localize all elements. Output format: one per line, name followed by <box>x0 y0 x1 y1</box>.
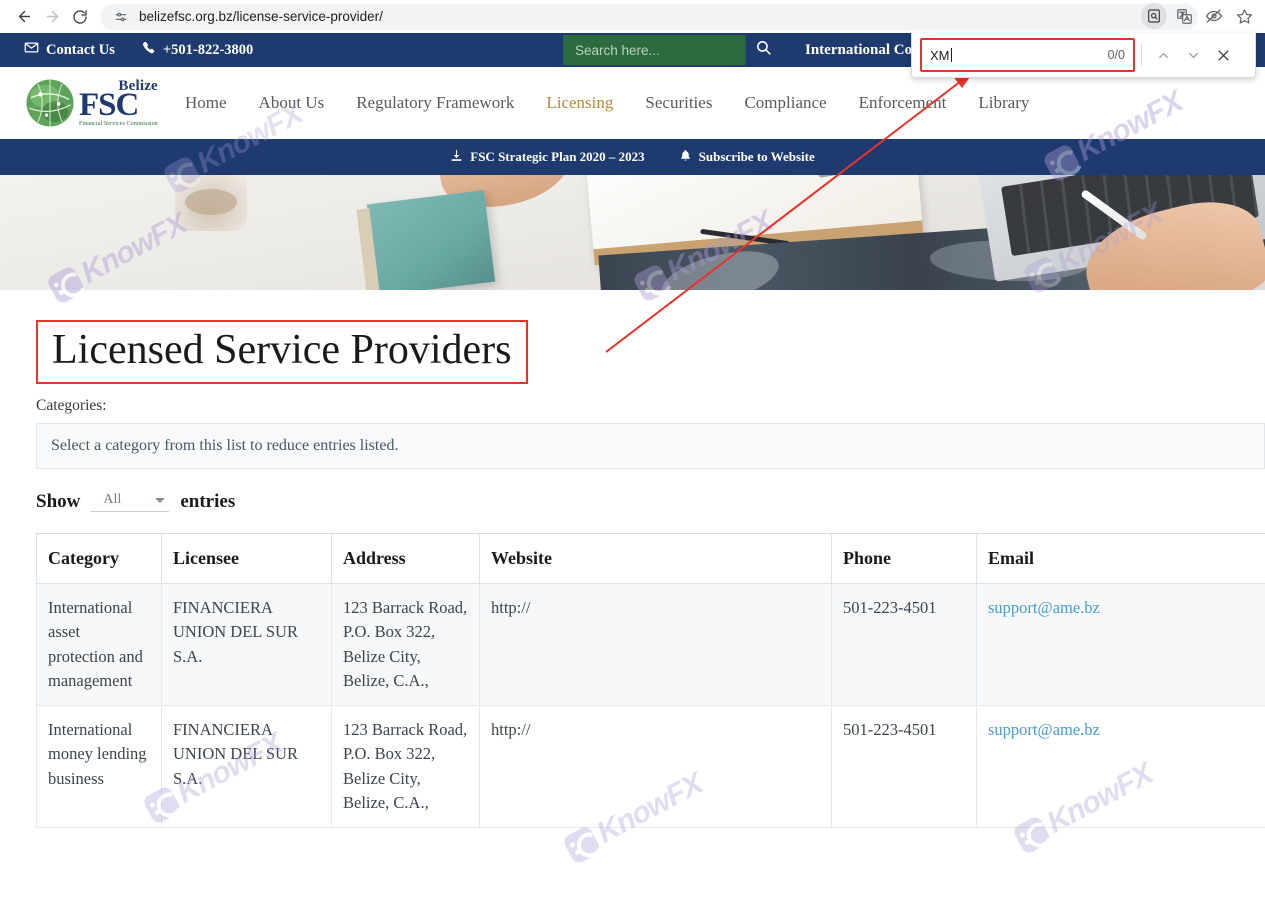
column-header-website[interactable]: Website <box>479 533 832 585</box>
divider <box>1141 44 1142 66</box>
licensed-providers-table: Category Licensee Address Website Phone … <box>36 533 1265 829</box>
table-body: International asset protection and manag… <box>36 583 1265 829</box>
column-header-category[interactable]: Category <box>36 533 162 585</box>
find-next-button[interactable] <box>1178 40 1208 70</box>
logo-wordmark: Belize FSC Financial Services Commission <box>79 78 158 128</box>
search-icon <box>755 39 772 61</box>
category-filter-box[interactable]: Select a category from this list to redu… <box>36 423 1265 470</box>
entries-select-value: All <box>103 492 122 508</box>
find-close-button[interactable] <box>1208 40 1238 70</box>
strategic-plan-link[interactable]: FSC Strategic Plan 2020 – 2023 <box>450 149 645 166</box>
contact-us-link[interactable]: Contact Us <box>24 40 115 60</box>
cell-website: http:// <box>479 705 832 829</box>
table-header: Category Licensee Address Website Phone … <box>36 533 1265 585</box>
nav-links: Home About Us Regulatory Framework Licen… <box>185 93 1029 113</box>
entries-label: entries <box>180 491 236 513</box>
cell-category: International money lending business <box>36 705 162 829</box>
page-content: Licensed Service Providers Categories: S… <box>0 290 1265 829</box>
strategic-plan-label: FSC Strategic Plan 2020 – 2023 <box>470 149 645 164</box>
category-filter-hint: Select a category from this list to redu… <box>51 437 399 455</box>
cell-category: International asset protection and manag… <box>36 583 162 707</box>
table-row: International money lending business FIN… <box>36 705 1265 829</box>
find-previous-button[interactable] <box>1148 40 1178 70</box>
top-bar-search-area: International Co <box>563 33 912 67</box>
search-submit-button[interactable] <box>745 35 781 65</box>
reload-icon[interactable] <box>66 3 94 31</box>
hero-photo <box>0 175 1265 290</box>
international-link[interactable]: International Co <box>805 42 912 59</box>
cell-phone: 501-223-4501 <box>831 705 977 829</box>
licensed-providers-table-wrapper: Category Licensee Address Website Phone … <box>36 533 1265 829</box>
nav-item-compliance[interactable]: Compliance <box>744 93 826 113</box>
knowfx-logo-icon <box>561 824 603 866</box>
download-icon <box>450 149 463 166</box>
nav-item-enforcement[interactable]: Enforcement <box>859 93 947 113</box>
translate-icon[interactable] <box>1171 3 1197 29</box>
column-header-email[interactable]: Email <box>976 533 1265 585</box>
url-text: belizefsc.org.bz/license-service-provide… <box>139 9 383 24</box>
find-match-count: 0/0 <box>1107 48 1125 62</box>
phone-icon <box>141 40 156 60</box>
url-bar[interactable]: belizefsc.org.bz/license-service-provide… <box>100 3 1198 30</box>
cell-licensee: FINANCIERA UNION DEL SUR S.A. <box>161 583 332 707</box>
cell-phone: 501-223-4501 <box>831 583 977 707</box>
hero-banner-image <box>0 175 1265 290</box>
cell-website: http:// <box>479 583 832 707</box>
nav-item-regulatory-framework[interactable]: Regulatory Framework <box>356 93 514 113</box>
show-label: Show <box>36 491 81 513</box>
cell-address: 123 Barrack Road, P.O. Box 322, Belize C… <box>331 583 480 707</box>
cell-email: support@ame.bz <box>976 583 1265 707</box>
nav-item-library[interactable]: Library <box>978 93 1029 113</box>
browser-action-icons <box>1141 3 1257 29</box>
back-arrow-icon[interactable] <box>10 3 38 31</box>
cell-licensee: FINANCIERA UNION DEL SUR S.A. <box>161 705 332 829</box>
bookmark-star-icon[interactable] <box>1231 3 1257 29</box>
find-in-page-bar: XM 0/0 <box>911 33 1256 78</box>
secondary-announcement-bar: FSC Strategic Plan 2020 – 2023 Subscribe… <box>0 139 1265 175</box>
bell-icon <box>679 149 692 166</box>
find-input[interactable]: XM <box>930 47 1108 63</box>
chevron-down-icon <box>155 497 166 503</box>
column-header-address[interactable]: Address <box>331 533 480 585</box>
forward-arrow-icon <box>38 3 66 31</box>
find-input-highlight: XM 0/0 <box>920 38 1135 72</box>
cell-email: support@ame.bz <box>976 705 1265 829</box>
page-title-annotation-box: Licensed Service Providers <box>36 320 528 385</box>
logo-fsc-text: FSC <box>79 86 139 123</box>
column-header-licensee[interactable]: Licensee <box>161 533 332 585</box>
nav-item-about-us[interactable]: About Us <box>259 93 325 113</box>
column-header-phone[interactable]: Phone <box>831 533 977 585</box>
email-link[interactable]: support@ame.bz <box>988 598 1100 617</box>
nav-item-home[interactable]: Home <box>185 93 227 113</box>
email-link[interactable]: support@ame.bz <box>988 720 1100 739</box>
find-in-page-icon[interactable] <box>1141 3 1167 29</box>
show-entries-control: Show All entries <box>36 491 1229 513</box>
phone-link[interactable]: +501-822-3800 <box>141 40 253 60</box>
site-logo[interactable]: Belize FSC Financial Services Commission <box>0 77 165 129</box>
eye-off-icon[interactable] <box>1201 3 1227 29</box>
logo-subtitle: Financial Services Commission <box>79 121 158 128</box>
table-row: International asset protection and manag… <box>36 583 1265 707</box>
nav-item-licensing[interactable]: Licensing <box>546 93 613 113</box>
top-bar-contacts: Contact Us +501-822-3800 <box>0 40 253 60</box>
site-settings-icon[interactable] <box>112 8 130 26</box>
subscribe-link[interactable]: Subscribe to Website <box>679 149 815 166</box>
globe-icon <box>26 79 74 127</box>
phone-label: +501-822-3800 <box>162 41 254 58</box>
cell-address: 123 Barrack Road, P.O. Box 322, Belize C… <box>331 705 480 829</box>
text-caret <box>950 47 952 62</box>
subscribe-label: Subscribe to Website <box>698 149 815 164</box>
site-search-input[interactable] <box>563 35 745 65</box>
categories-label: Categories: <box>36 397 107 415</box>
page-title: Licensed Service Providers <box>52 327 512 373</box>
nav-item-securities[interactable]: Securities <box>645 93 712 113</box>
contact-us-label: Contact Us <box>46 41 115 58</box>
browser-toolbar: belizefsc.org.bz/license-service-provide… <box>0 0 1265 33</box>
envelope-icon <box>24 40 39 60</box>
entries-per-page-select[interactable]: All <box>91 492 170 513</box>
table-header-row: Category Licensee Address Website Phone … <box>36 533 1265 585</box>
